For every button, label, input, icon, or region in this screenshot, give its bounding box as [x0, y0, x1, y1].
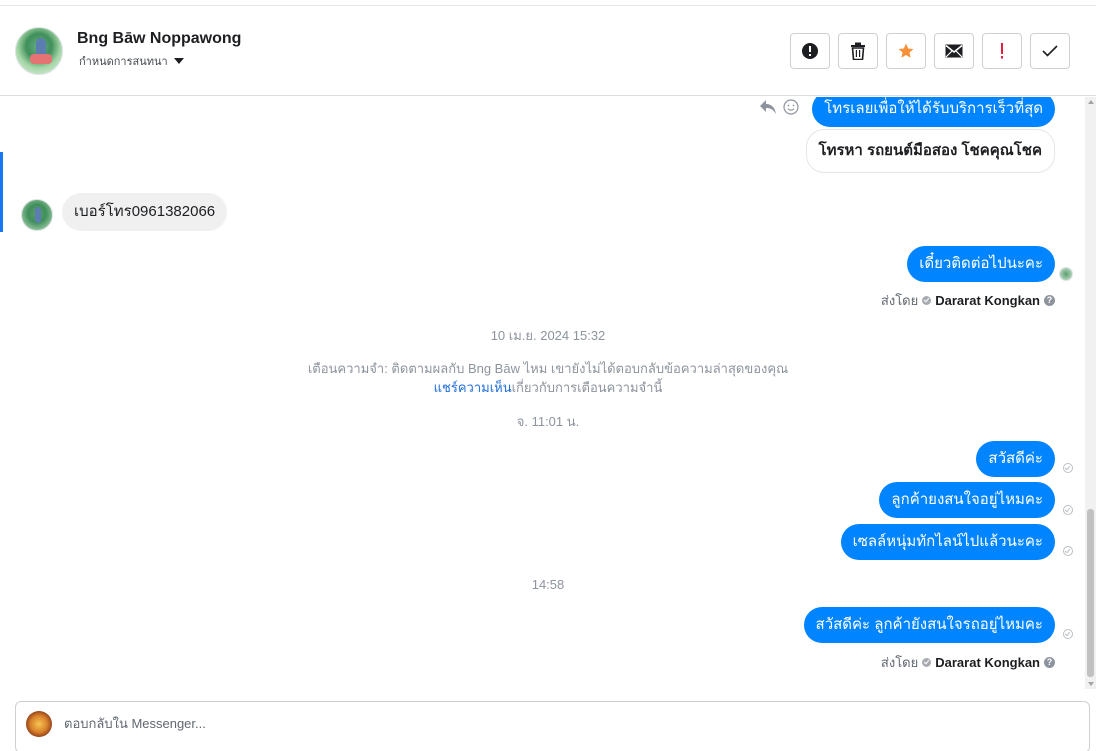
- delivered-icon: [1063, 629, 1073, 639]
- timestamp-divider: 14:58: [531, 577, 565, 592]
- done-button[interactable]: [1030, 33, 1070, 69]
- conversation-settings-dropdown[interactable]: กำหนดการสนทนา: [79, 52, 184, 70]
- share-feedback-link[interactable]: แชร์ความเห็น: [434, 380, 512, 395]
- message-thread[interactable]: โทรเลยเพื่อให้ได้รับบริการเร็วที่สุด โทร…: [0, 97, 1085, 689]
- delivered-icon: [1063, 505, 1073, 515]
- follow-up-button[interactable]: [982, 33, 1022, 69]
- verified-icon: [922, 296, 932, 305]
- scroll-down-arrow-icon[interactable]: [1088, 682, 1094, 686]
- ad-quote-card[interactable]: โทรหา รถยนต์มือสอง โชคคุณโชค: [805, 129, 1055, 173]
- envelope-icon: [945, 44, 963, 58]
- outgoing-message: เซลล์หนุ่มทักไลน์ไปแล้วนะคะ: [840, 524, 1055, 560]
- thread-scrollbar[interactable]: [1085, 97, 1096, 689]
- reply-icon[interactable]: [759, 99, 777, 115]
- sent-by-line: ส่งโดย Dararat Kongkan ?: [881, 290, 1055, 311]
- page-avatar: [26, 711, 52, 737]
- outgoing-message: ลูกค้ายงสนใจอยู่ไหมคะ: [879, 482, 1055, 518]
- scrollbar-thumb[interactable]: [1087, 509, 1094, 677]
- reply-input[interactable]: [64, 716, 1044, 731]
- message-tools: [759, 99, 799, 115]
- exclamation-icon: [1001, 43, 1003, 59]
- star-button[interactable]: [886, 33, 926, 69]
- sent-by-prefix: ส่งโดย: [880, 655, 919, 670]
- spam-button[interactable]: [790, 33, 830, 69]
- reminder-feedback-suffix: เกี่ยวกับการเตือนความจำนี้: [511, 380, 663, 395]
- agent-name: Dararat Kongkan: [935, 655, 1040, 670]
- outgoing-message: สวัสดีค่ะ: [976, 441, 1055, 477]
- check-icon: [1042, 45, 1058, 57]
- contact-avatar-small[interactable]: [21, 199, 53, 231]
- reply-composer[interactable]: [15, 701, 1090, 751]
- incoming-message: เบอร์โทร0961382066: [62, 193, 228, 231]
- conversation-header: Bng Bāw Noppawong กำหนดการสนทนา: [0, 7, 1096, 96]
- conversation-settings-label: กำหนดการสนทนา: [79, 56, 168, 68]
- sent-by-prefix: ส่งโดย: [880, 293, 919, 308]
- contact-name[interactable]: Bng Bāw Noppawong: [77, 30, 241, 48]
- verified-icon: [922, 658, 932, 667]
- scroll-up-arrow-icon[interactable]: [1088, 100, 1094, 104]
- ad-quote-bubble: โทรเลยเพื่อให้ได้รับบริการเร็วที่สุด: [812, 97, 1055, 127]
- delete-button[interactable]: [838, 33, 878, 69]
- alert-circle-icon: [802, 43, 818, 59]
- mark-unread-button[interactable]: [934, 33, 974, 69]
- timestamp-divider: 10 เม.ย. 2024 15:32: [490, 328, 606, 343]
- reminder-notice: เตือนความจำ: ติดตามผลกับ Bng Bāw ไหม เขา…: [0, 359, 1085, 397]
- delivered-icon: [1063, 463, 1073, 473]
- timestamp-divider: จ. 11:01 น.: [516, 414, 580, 429]
- help-icon[interactable]: ?: [1044, 657, 1055, 668]
- header-actions: [790, 33, 1070, 69]
- outgoing-message: เดี๋ยวติดต่อไปนะคะ: [907, 246, 1055, 282]
- outgoing-message: สวัสดีค่ะ ลูกค้ายังสนใจรถอยู่ไหมคะ: [803, 607, 1055, 643]
- sent-by-line: ส่งโดย Dararat Kongkan ?: [881, 652, 1055, 673]
- delivered-icon: [1063, 546, 1073, 556]
- contact-avatar[interactable]: [15, 27, 63, 75]
- agent-name: Dararat Kongkan: [935, 293, 1040, 308]
- reminder-feedback: แชร์ความเห็นเกี่ยวกับการเตือนความจำนี้: [0, 378, 1085, 397]
- seen-avatar: [1059, 267, 1073, 281]
- trash-icon: [851, 42, 865, 60]
- reminder-text: เตือนความจำ: ติดตามผลกับ Bng Bāw ไหม เขา…: [307, 361, 789, 376]
- top-divider: [0, 0, 1096, 6]
- smiley-icon[interactable]: [783, 99, 799, 115]
- caret-down-icon: [173, 58, 184, 64]
- star-icon: [898, 43, 914, 58]
- help-icon[interactable]: ?: [1044, 295, 1055, 306]
